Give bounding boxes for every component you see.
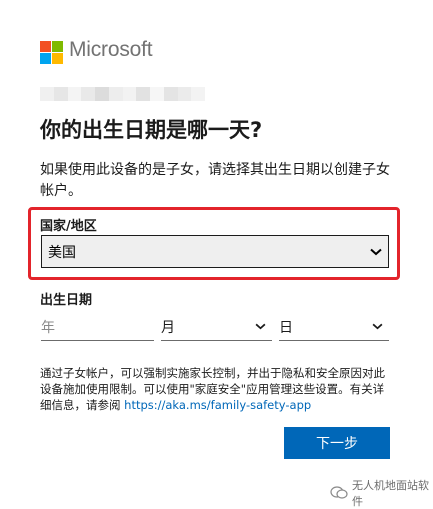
info-text: 通过子女帐户，可以强制实施家长控制，并出于隐私和安全原因对此设备施加使用限制。可… <box>40 365 395 413</box>
chat-bubbles-icon <box>330 486 348 500</box>
chevron-down-icon <box>252 319 268 335</box>
month-select[interactable]: 月 <box>161 313 272 341</box>
page-description: 如果使用此设备的是子女，请选择其出生日期以创建子女帐户。 <box>40 162 390 199</box>
chevron-down-icon <box>368 244 384 260</box>
region-label: 国家/地区 <box>40 219 97 234</box>
brand-name: Microsoft <box>69 38 153 61</box>
next-button[interactable]: 下一步 <box>284 427 390 459</box>
dob-label: 出生日期 <box>40 293 93 308</box>
watermark: 无人机地面站软件 <box>330 477 433 509</box>
region-selected-value: 美国 <box>48 244 76 261</box>
microsoft-logo-icon <box>40 41 63 64</box>
watermark-text: 无人机地面站软件 <box>352 479 429 508</box>
month-value: 月 <box>161 319 175 336</box>
family-safety-link[interactable]: https://aka.ms/family-safety-app <box>124 398 311 412</box>
chevron-down-icon <box>369 319 385 335</box>
blurred-account-id <box>40 87 205 101</box>
day-select[interactable]: 日 <box>279 313 389 341</box>
year-input[interactable]: 年 <box>41 313 154 341</box>
day-value: 日 <box>279 319 293 336</box>
year-placeholder: 年 <box>41 319 55 336</box>
page-title: 你的出生日期是哪一天? <box>40 118 263 142</box>
region-select[interactable]: 美国 <box>41 235 389 268</box>
